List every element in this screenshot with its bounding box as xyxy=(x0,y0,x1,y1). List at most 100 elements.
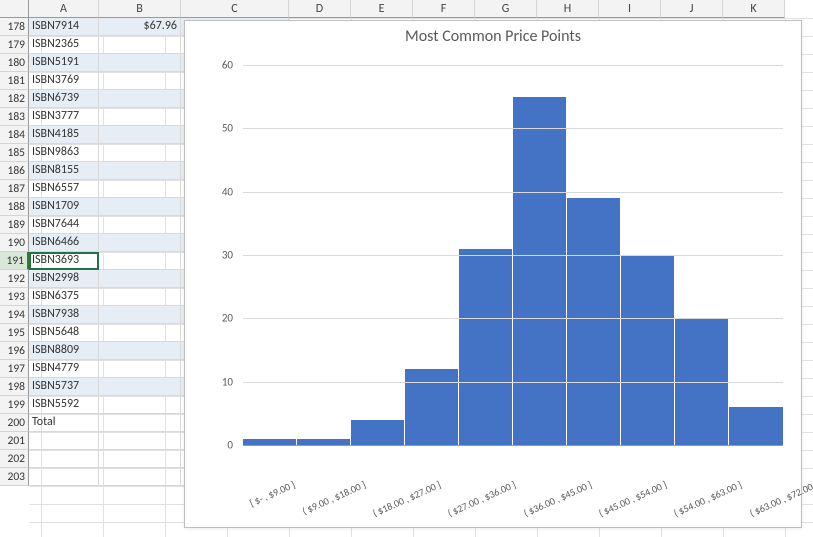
cell[interactable] xyxy=(99,72,181,90)
col-header-F[interactable]: F xyxy=(413,0,475,18)
cell[interactable] xyxy=(99,126,181,144)
cell[interactable] xyxy=(99,162,181,180)
bar[interactable] xyxy=(567,198,621,445)
plot-area xyxy=(243,65,783,445)
cell[interactable]: ISBN8809 xyxy=(29,342,99,360)
cell[interactable]: ISBN7938 xyxy=(29,306,99,324)
cell[interactable]: ISBN4779 xyxy=(29,360,99,378)
col-header-A[interactable]: A xyxy=(29,0,99,18)
cell[interactable]: ISBN3769 xyxy=(29,72,99,90)
cell[interactable]: ISBN5648 xyxy=(29,324,99,342)
cell[interactable]: ISBN5191 xyxy=(29,54,99,72)
col-header-G[interactable]: G xyxy=(475,0,537,18)
cell[interactable] xyxy=(29,432,99,450)
cell[interactable]: ISBN4185 xyxy=(29,126,99,144)
row-header[interactable]: 190 xyxy=(0,234,29,252)
chart[interactable]: Most Common Price Points 0102030405060 [… xyxy=(184,20,802,528)
row-header[interactable]: 200 xyxy=(0,414,29,432)
row-header[interactable]: 178 xyxy=(0,18,29,36)
row-header[interactable]: 187 xyxy=(0,180,29,198)
row-header[interactable]: 198 xyxy=(0,378,29,396)
row-header[interactable]: 184 xyxy=(0,126,29,144)
cell[interactable] xyxy=(99,216,181,234)
col-header-E[interactable]: E xyxy=(351,0,413,18)
row-header[interactable]: 195 xyxy=(0,324,29,342)
cell[interactable] xyxy=(99,198,181,216)
row-header[interactable]: 179 xyxy=(0,36,29,54)
row-header[interactable]: 189 xyxy=(0,216,29,234)
cell[interactable] xyxy=(99,306,181,324)
row-header[interactable]: 182 xyxy=(0,90,29,108)
row-header[interactable]: 193 xyxy=(0,288,29,306)
col-header-B[interactable]: B xyxy=(99,0,181,18)
bar[interactable] xyxy=(405,369,459,445)
cell[interactable] xyxy=(99,180,181,198)
cell[interactable] xyxy=(99,234,181,252)
cell[interactable] xyxy=(99,252,181,270)
cell[interactable]: ISBN5592 xyxy=(29,396,99,414)
row-header[interactable]: 199 xyxy=(0,396,29,414)
cell[interactable]: ISBN2998 xyxy=(29,270,99,288)
col-header-H[interactable]: H xyxy=(537,0,599,18)
cell[interactable] xyxy=(99,432,181,450)
cell[interactable]: ISBN1709 xyxy=(29,198,99,216)
row-header[interactable]: 203 xyxy=(0,468,29,486)
col-header-D[interactable]: D xyxy=(289,0,351,18)
cell[interactable] xyxy=(99,324,181,342)
row-header[interactable]: 194 xyxy=(0,306,29,324)
cell[interactable] xyxy=(99,144,181,162)
cell[interactable] xyxy=(99,270,181,288)
cell[interactable]: ISBN9863 xyxy=(29,144,99,162)
col-header-J[interactable]: J xyxy=(661,0,723,18)
cell[interactable] xyxy=(99,90,181,108)
bar[interactable] xyxy=(621,255,675,445)
y-tick-label: 40 xyxy=(189,185,233,198)
cell[interactable]: ISBN7914 xyxy=(29,18,99,36)
cell[interactable]: ISBN2365 xyxy=(29,36,99,54)
cell[interactable]: ISBN3777 xyxy=(29,108,99,126)
cell[interactable] xyxy=(29,450,99,468)
row-header[interactable]: 192 xyxy=(0,270,29,288)
cell[interactable]: ISBN6557 xyxy=(29,180,99,198)
cell[interactable]: ISBN5737 xyxy=(29,378,99,396)
cell[interactable]: ISBN7644 xyxy=(29,216,99,234)
bar[interactable] xyxy=(729,407,783,445)
cell[interactable] xyxy=(99,288,181,306)
row-header[interactable]: 201 xyxy=(0,432,29,450)
cell[interactable] xyxy=(99,342,181,360)
cell[interactable] xyxy=(99,414,181,432)
cell[interactable] xyxy=(99,54,181,72)
col-header-I[interactable]: I xyxy=(599,0,661,18)
row-header[interactable]: 181 xyxy=(0,72,29,90)
cell[interactable]: ISBN3693 xyxy=(29,252,99,270)
cell[interactable] xyxy=(99,378,181,396)
row-header[interactable]: 188 xyxy=(0,198,29,216)
row-header[interactable]: 185 xyxy=(0,144,29,162)
cell[interactable]: ISBN6466 xyxy=(29,234,99,252)
row-header[interactable]: 180 xyxy=(0,54,29,72)
col-header-C[interactable]: C xyxy=(181,0,289,18)
col-header-K[interactable]: K xyxy=(723,0,785,18)
row-header[interactable]: 197 xyxy=(0,360,29,378)
row-header[interactable]: 186 xyxy=(0,162,29,180)
cell[interactable] xyxy=(99,450,181,468)
bar[interactable] xyxy=(513,97,567,445)
cell[interactable]: ISBN6739 xyxy=(29,90,99,108)
bar[interactable] xyxy=(459,249,513,445)
bar[interactable] xyxy=(351,420,405,445)
row-header[interactable]: 191 xyxy=(0,252,29,270)
cell[interactable]: $67.96 xyxy=(99,18,181,36)
cell[interactable]: Total xyxy=(29,414,99,432)
row-header[interactable]: 202 xyxy=(0,450,29,468)
cell[interactable]: ISBN8155 xyxy=(29,162,99,180)
cell[interactable] xyxy=(99,360,181,378)
cell[interactable] xyxy=(99,108,181,126)
cell[interactable] xyxy=(99,36,181,54)
select-all-corner[interactable] xyxy=(0,0,29,18)
row-header[interactable]: 196 xyxy=(0,342,29,360)
cell[interactable] xyxy=(29,468,99,486)
cell[interactable] xyxy=(99,468,181,486)
cell[interactable]: ISBN6375 xyxy=(29,288,99,306)
cell[interactable] xyxy=(99,396,181,414)
row-header[interactable]: 183 xyxy=(0,108,29,126)
